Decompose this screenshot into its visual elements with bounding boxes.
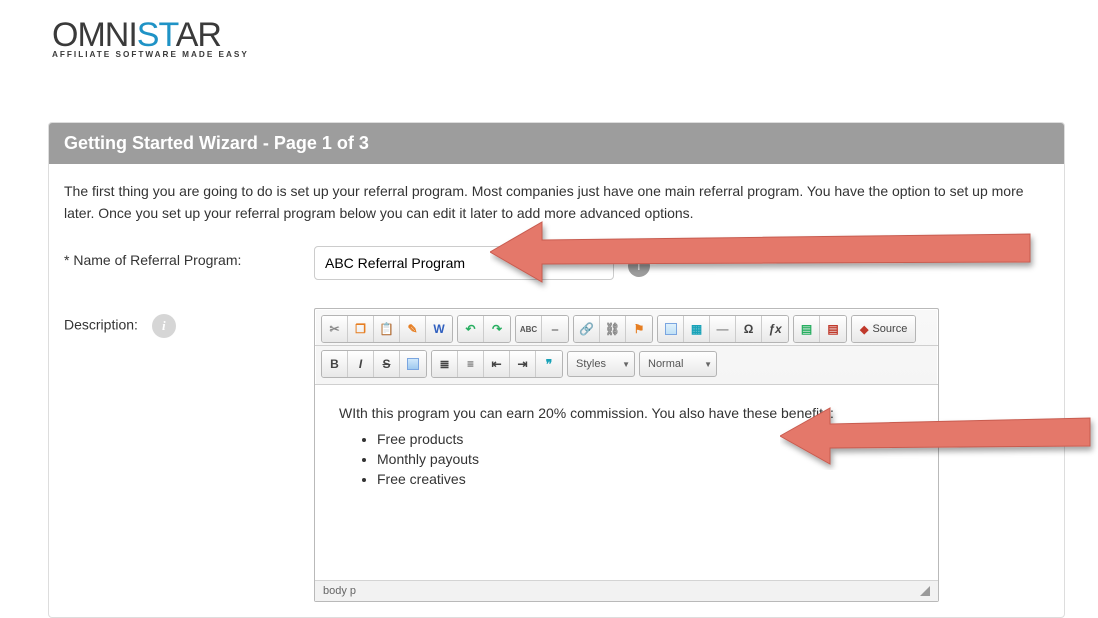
logo-part-st: ST [137,16,176,54]
paste-text-icon[interactable]: ✎ [400,316,426,342]
blockquote-button[interactable]: ❞ [536,351,562,377]
tb-group-insert: ▦ — Ω ƒx [657,315,789,343]
tb-group-spell: ABC ⎯ [515,315,569,343]
panel-title: Getting Started Wizard - Page 1 of 3 [49,123,1064,164]
wysiwyg-editor: ✂ ❐ 📋 ✎ W ↶ ↷ ABC [314,308,939,602]
intro-text: The first thing you are going to do is s… [64,181,1049,224]
format-dropdown-label: Normal [648,358,683,370]
bulleted-list-button[interactable]: ≣ [432,351,458,377]
row-program-name: * Name of Referral Program: i [64,246,1049,280]
paste-word-icon[interactable]: W [426,316,452,342]
brand-tagline: AFFILIATE SOFTWARE MADE EASY [52,50,249,59]
editor-bullet-list: Free products Monthly payouts Free creat… [377,431,914,487]
editor-toolbar-row2: B I S ≣ ≡ ⇤ ⇥ ❞ [315,346,938,385]
tb-group-basic: B I S [321,350,427,378]
tb-group-source: ◆ Source [851,315,916,343]
program-name-input[interactable] [314,246,614,280]
logo-part-omni: OMNI [52,16,137,54]
bgcolor-icon[interactable]: ▤ [820,316,846,342]
cut-icon[interactable]: ✂ [322,316,348,342]
specialchar-icon[interactable]: Ω [736,316,762,342]
wizard-panel: Getting Started Wizard - Page 1 of 3 The… [48,122,1065,618]
italic-button[interactable]: I [348,351,374,377]
math-icon[interactable]: ƒx [762,316,788,342]
list-item: Free products [377,431,914,447]
table-icon[interactable]: ▦ [684,316,710,342]
styles-dropdown[interactable]: Styles ▼ [567,351,635,377]
tb-group-clipboard: ✂ ❐ 📋 ✎ W [321,315,453,343]
label-description: Description: i [64,308,314,338]
control-program-name: i [314,246,1049,280]
source-button[interactable]: ◆ Source [852,316,915,342]
paste-icon[interactable]: 📋 [374,316,400,342]
tb-group-colors: ▤ ▤ [793,315,847,343]
logo-part-ar: AR [176,16,221,54]
label-program-name: * Name of Referral Program: [64,246,314,268]
description-help-icon[interactable]: i [152,314,176,338]
indent-button[interactable]: ⇥ [510,351,536,377]
editor-toolbar-row1: ✂ ❐ 📋 ✎ W ↶ ↷ ABC [315,309,938,346]
link-icon[interactable]: 🔗 [574,316,600,342]
chevron-down-icon: ▼ [704,360,712,369]
app-root: OMNISTAR AFFILIATE SOFTWARE MADE EASY Ge… [0,0,1098,618]
image-icon[interactable] [658,316,684,342]
editor-resize-handle[interactable] [920,586,930,596]
panel-body: The first thing you are going to do is s… [49,164,1064,617]
strike-button[interactable]: S [374,351,400,377]
copy-icon[interactable]: ❐ [348,316,374,342]
styles-dropdown-label: Styles [576,358,606,370]
row-description: Description: i ✂ ❐ 📋 ✎ W [64,308,1049,602]
format-dropdown[interactable]: Normal ▼ [639,351,717,377]
list-item: Monthly payouts [377,451,914,467]
chevron-down-icon: ▼ [622,360,630,369]
spellcheck-icon[interactable]: ABC [516,316,542,342]
list-item: Free creatives [377,471,914,487]
redo-icon[interactable]: ↷ [484,316,510,342]
source-button-label: Source [872,323,907,335]
editor-content-area[interactable]: WIth this program you can earn 20% commi… [315,385,938,580]
scayt-icon[interactable]: ⎯ [542,316,568,342]
control-description: ✂ ❐ 📋 ✎ W ↶ ↷ ABC [314,308,1049,602]
hr-icon[interactable]: — [710,316,736,342]
brand-logo-text: OMNISTAR [52,18,249,52]
undo-icon[interactable]: ↶ [458,316,484,342]
editor-elements-path[interactable]: body p [323,585,356,597]
tb-group-links: 🔗 ⛓ ⚑ [573,315,653,343]
brand-logo: OMNISTAR AFFILIATE SOFTWARE MADE EASY [52,18,249,59]
bold-button[interactable]: B [322,351,348,377]
anchor-icon[interactable]: ⚑ [626,316,652,342]
textcolor-icon[interactable]: ▤ [794,316,820,342]
tb-group-list: ≣ ≡ ⇤ ⇥ ❞ [431,350,563,378]
unlink-icon[interactable]: ⛓ [600,316,626,342]
numbered-list-button[interactable]: ≡ [458,351,484,377]
editor-statusbar: body p [315,580,938,601]
program-name-help-icon[interactable]: i [628,255,650,277]
outdent-button[interactable]: ⇤ [484,351,510,377]
tb-group-undo: ↶ ↷ [457,315,511,343]
editor-paragraph: WIth this program you can earn 20% commi… [339,405,914,421]
remove-format-button[interactable] [400,351,426,377]
label-description-text: Description: [64,317,138,333]
